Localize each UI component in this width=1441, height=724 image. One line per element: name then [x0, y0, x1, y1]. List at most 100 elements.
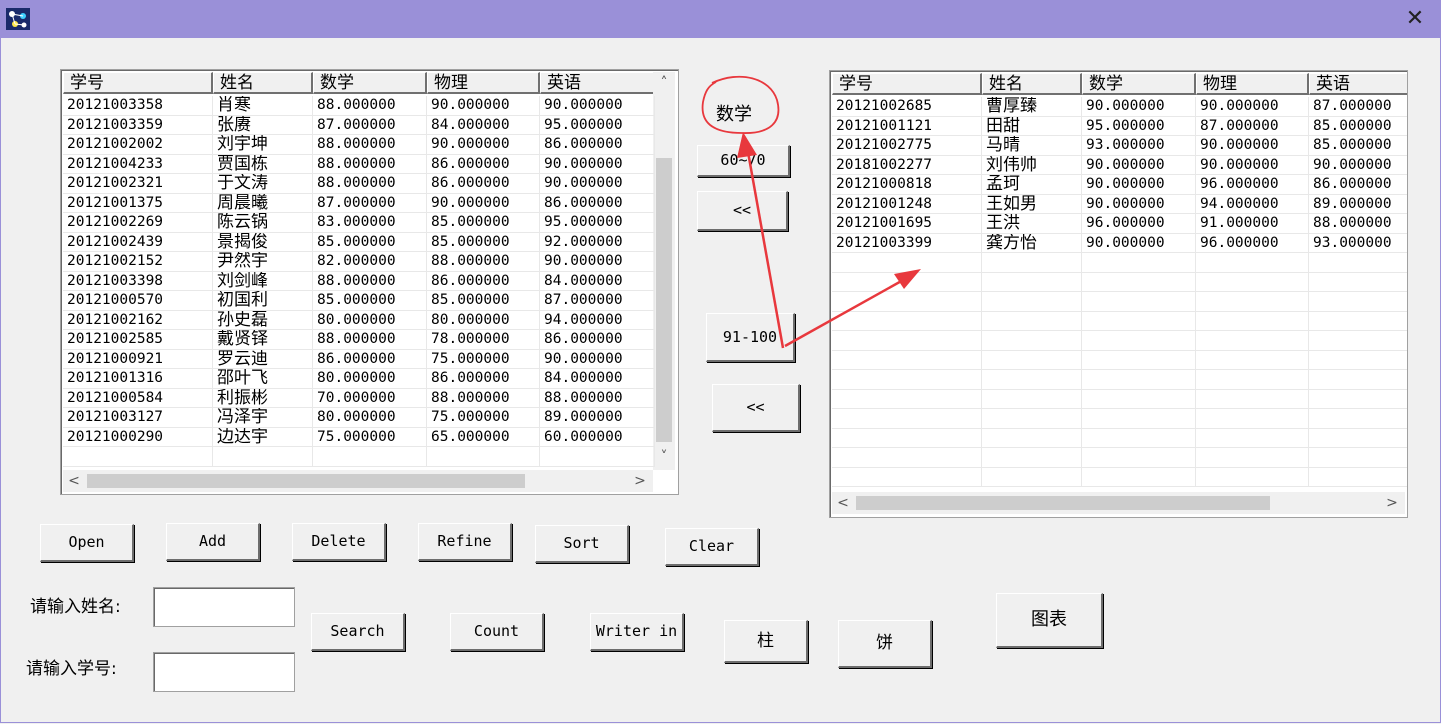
name-input[interactable]	[153, 587, 295, 627]
column-header[interactable]: 姓名	[213, 72, 313, 94]
scroll-down-icon[interactable]: ˅	[653, 446, 675, 468]
table-row[interactable]: 20121001375 周晨曦 87.000000 90.000000 86.00000…	[63, 194, 655, 214]
table-row[interactable]	[832, 429, 1407, 449]
app-molecule-icon[interactable]	[6, 8, 30, 30]
table-row[interactable]: 20121002321 于文涛 88.000000 86.000000 90.00000…	[63, 174, 655, 194]
table-row[interactable]	[832, 351, 1407, 371]
scroll-right-icon[interactable]: >	[1381, 492, 1403, 514]
table-row[interactable]: 20181002277 刘伟帅 90.000000 90.000000 90.00000…	[832, 156, 1407, 176]
table-row[interactable]: 20121002775 马晴 93.000000 90.000000 85.000000	[832, 136, 1407, 156]
close-icon[interactable]: ✕	[1403, 6, 1427, 32]
table-row[interactable]: 20121002685 曹厚臻 90.000000 90.000000 87.00000…	[832, 97, 1407, 117]
column-header[interactable]: 学号	[63, 72, 213, 94]
table-row[interactable]	[832, 292, 1407, 312]
move-back-button-1[interactable]: <<	[697, 191, 788, 231]
bar-chart-button[interactable]: 柱	[724, 620, 808, 663]
table-row[interactable]	[832, 273, 1407, 293]
table-row[interactable]: 20121000584 利振彬 70.000000 88.000000 88.00000…	[63, 389, 655, 409]
left-vertical-scrollbar[interactable]: ˄ ˅	[653, 72, 675, 470]
table-cell	[832, 351, 982, 371]
table-row[interactable]	[63, 447, 655, 467]
table-cell	[1309, 468, 1407, 488]
table-row[interactable]	[832, 468, 1407, 488]
right-table-body: 20121002685 曹厚臻 90.000000 90.000000 87.00000…	[832, 97, 1407, 488]
table-row[interactable]: 20121002152 尹然宇 82.000000 88.000000 90.00000…	[63, 252, 655, 272]
table-row[interactable]: 20121002002 刘宇坤 88.000000 90.000000 86.00000…	[63, 135, 655, 155]
table-row[interactable]	[832, 409, 1407, 429]
left-horizontal-scrollbar[interactable]: < >	[63, 470, 653, 492]
table-row[interactable]: 20121001316 邵叶飞 80.000000 86.000000 84.00000…	[63, 369, 655, 389]
table-cell: 80.000000	[317, 311, 396, 328]
right-result-table[interactable]: 学号 姓名 数学 物理 英语 20121002685 曹厚臻 90.000000 90.000…	[829, 70, 1408, 518]
table-cell	[1196, 448, 1309, 468]
column-header[interactable]: 学号	[832, 73, 982, 95]
range-60-70-button[interactable]: 60~70	[697, 145, 790, 177]
table-row[interactable]: 20121003359 张赓 87.000000 84.000000 95.000000	[63, 116, 655, 136]
clear-button[interactable]: Clear	[665, 528, 759, 566]
right-horizontal-scrollbar[interactable]: < >	[832, 492, 1405, 514]
table-row[interactable]	[832, 253, 1407, 273]
table-row[interactable]	[832, 370, 1407, 390]
open-button[interactable]: Open	[40, 524, 134, 562]
table-row[interactable]: 20121003127 冯泽宇 80.000000 75.000000 89.00000…	[63, 408, 655, 428]
table-row[interactable]: 20121004233 贾国栋 88.000000 86.000000 90.00000…	[63, 155, 655, 175]
table-cell: 贾国栋	[217, 154, 268, 174]
table-cell: 20121003127	[67, 409, 164, 425]
table-row[interactable]: 20121000570 初国利 85.000000 85.000000 87.00000…	[63, 291, 655, 311]
search-button[interactable]: Search	[311, 613, 405, 651]
column-header[interactable]: 英语	[540, 72, 655, 94]
table-row[interactable]	[832, 390, 1407, 410]
student-id-input[interactable]	[153, 652, 295, 692]
table-cell	[1309, 331, 1407, 351]
table-row[interactable]: 20121000818 孟珂 90.000000 96.000000 86.000000	[832, 175, 1407, 195]
table-row[interactable]: 20121003398 刘剑峰 88.000000 86.000000 84.00000…	[63, 272, 655, 292]
scroll-thumb[interactable]	[856, 496, 1270, 510]
scroll-up-icon[interactable]: ˄	[653, 72, 675, 94]
table-cell	[1196, 409, 1309, 429]
table-cell: 86.000000	[1313, 176, 1392, 192]
column-header[interactable]: 数学	[313, 72, 427, 94]
pie-chart-button[interactable]: 饼	[838, 620, 932, 668]
table-row[interactable]: 20121001248 王如男 90.000000 94.000000 89.00000…	[832, 195, 1407, 215]
table-row[interactable]: 20121002162 孙史磊 80.000000 80.000000 94.00000…	[63, 311, 655, 331]
grid-line	[63, 251, 655, 252]
add-button[interactable]: Add	[166, 523, 260, 561]
refine-button[interactable]: Refine	[418, 523, 512, 561]
chart-button[interactable]: 图表	[996, 593, 1103, 648]
table-row[interactable]: 20121002585 戴贤铎 88.000000 78.000000 86.00000…	[63, 330, 655, 350]
table-row[interactable]: 20121000290 边达宇 75.000000 65.000000 60.00000…	[63, 428, 655, 448]
sort-button[interactable]: Sort	[535, 525, 629, 563]
table-cell: 孟珂	[986, 175, 1020, 194]
table-row[interactable]: 20121003358 肖寒 88.000000 90.000000 90.000000	[63, 96, 655, 116]
range-91-100-button[interactable]: 91-100	[706, 313, 795, 362]
table-row[interactable]: 20121001695 王洪 96.000000 91.000000 88.000000	[832, 214, 1407, 234]
column-header[interactable]: 物理	[427, 72, 540, 94]
scroll-left-icon[interactable]: <	[832, 492, 854, 514]
table-row[interactable]	[832, 331, 1407, 351]
scroll-right-icon[interactable]: >	[629, 470, 651, 492]
column-header[interactable]: 物理	[1196, 73, 1309, 95]
table-cell	[1309, 312, 1407, 332]
column-header[interactable]: 英语	[1309, 73, 1407, 95]
table-row[interactable]: 20121002269 陈云锅 83.000000 85.000000 95.00000…	[63, 213, 655, 233]
column-header[interactable]: 数学	[1082, 73, 1196, 95]
grid-line	[1195, 97, 1196, 487]
scroll-left-icon[interactable]: <	[63, 470, 85, 492]
delete-button[interactable]: Delete	[292, 523, 386, 561]
table-cell	[1196, 292, 1309, 312]
writer-in-button[interactable]: Writer in	[590, 613, 684, 651]
table-row[interactable]: 20121001121 田甜 95.000000 87.000000 85.000000	[832, 117, 1407, 137]
scroll-thumb[interactable]	[656, 158, 672, 442]
column-header[interactable]: 姓名	[982, 73, 1082, 95]
table-row[interactable]	[832, 312, 1407, 332]
table-cell	[1196, 312, 1309, 332]
scroll-thumb[interactable]	[87, 474, 525, 488]
move-back-button-2[interactable]: <<	[712, 384, 800, 432]
count-button[interactable]: Count	[450, 613, 544, 651]
table-row[interactable]: 20121003399 龚方怡 90.000000 96.000000 93.00000…	[832, 234, 1407, 254]
table-row[interactable]: 20121000921 罗云迪 86.000000 75.000000 90.00000…	[63, 350, 655, 370]
table-row[interactable]: 20121002439 景揭俊 85.000000 85.000000 92.00000…	[63, 233, 655, 253]
left-student-table[interactable]: 学号 姓名 数学 物理 英语 20121003358 肖寒 88.000000 90.0000…	[60, 69, 679, 495]
table-row[interactable]	[832, 448, 1407, 468]
table-cell: 85.000000	[317, 292, 396, 308]
